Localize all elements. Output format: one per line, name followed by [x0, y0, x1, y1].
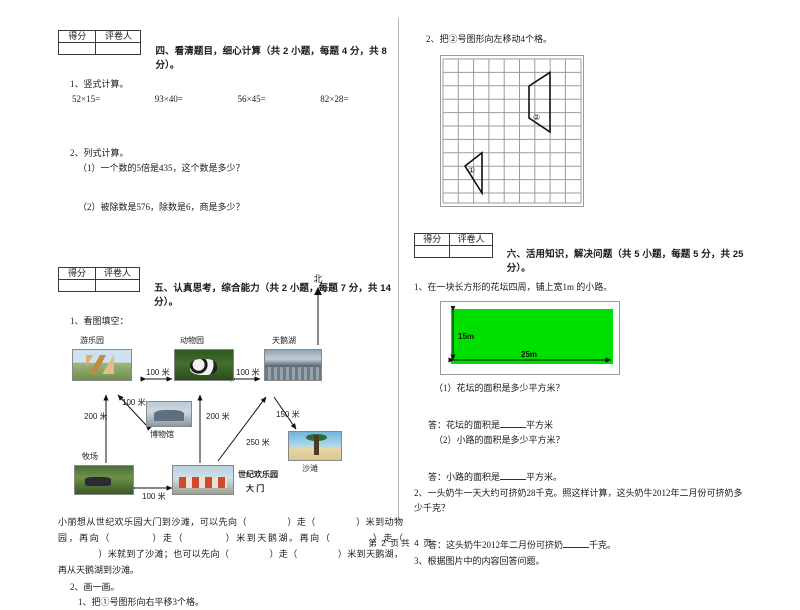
- map-label-gate-line1: 世纪欢乐园: [238, 470, 278, 479]
- grader-value-cell[interactable]: [449, 245, 493, 258]
- q1b-answer-prefix: 答：小路的面积是: [428, 472, 501, 482]
- section-four-q2-item-2: （2）被除数是576，除数是6，商是多少？: [78, 202, 245, 212]
- map-distance-5: 200 米: [84, 412, 108, 421]
- grader-value-cell[interactable]: [95, 42, 142, 55]
- calc-problem-3: 56×45=: [237, 94, 266, 104]
- score-label: 得分: [57, 30, 97, 43]
- footer-middle: 页 共: [390, 538, 410, 548]
- swan-lake-photo: [264, 349, 322, 381]
- score-table-six: 得分 评卷人: [413, 233, 493, 258]
- q1a-answer-prefix: 答：花坛的面积是: [428, 420, 501, 430]
- footer-total-pages: 4: [414, 538, 419, 548]
- section-four-heading: 四、看清题目，细心计算（共 2 小题，每题 4 分，共 8 分）。: [155, 46, 387, 71]
- fill-text-7: ）米就到了沙滩；也可以先向（: [98, 549, 230, 559]
- left-column: 得分 评卷人 四、看清题目，细心计算（共 2 小题，每题 4 分，共 8 分）。…: [57, 0, 403, 607]
- museum-photo: [146, 401, 192, 427]
- section-six-q1a-answer: 答：花坛的面积是 平方米: [428, 418, 745, 433]
- flower-bed-height-label: 15m: [458, 332, 475, 341]
- section-five-q1-title: 1、看图填空：: [70, 316, 129, 326]
- calc-problem-1: 52×15=: [72, 94, 101, 104]
- section-five-q2-item-1: 1、把①号图形向右平移3个格。: [78, 597, 205, 607]
- map-label-gate-line2: 大 门: [246, 484, 265, 493]
- fill-text-1: 小丽想从世纪欢乐园大门到沙滩，可以先向（: [58, 517, 247, 527]
- beach-photo: [288, 431, 342, 461]
- score-table-five: 得分 评卷人: [58, 267, 141, 292]
- map-label-amusement-park: 游乐园: [80, 336, 104, 345]
- section-six-header: 得分 评卷人 六、活用知识，解决问题（共 5 小题，每题 5 分，共 25 分）…: [413, 233, 745, 274]
- translation-grid-figure: ② ①: [440, 55, 584, 207]
- score-label: 得分: [413, 233, 451, 246]
- section-five-q2-title: 2、画一画。: [70, 582, 120, 592]
- park-map-figure: 游乐园 动物园 天鹅湖 沙滩 牧场 博物馆 世纪欢乐园 大 门 100 米 10…: [60, 333, 390, 508]
- compass-north-label: 北: [313, 274, 323, 284]
- exam-page: 得分 评卷人 四、看清题目，细心计算（共 2 小题，每题 4 分，共 8 分）。…: [0, 0, 800, 607]
- section-four-q2-title: 2、列式计算。: [70, 148, 129, 158]
- flower-bed-figure: 15m 25m: [440, 301, 620, 375]
- section-six-q1-title: 1、在一块长方形的花坛四周，铺上宽1m 的小路。: [414, 282, 613, 292]
- map-label-pasture: 牧场: [82, 452, 98, 461]
- map-label-swan-lake: 天鹅湖: [272, 336, 296, 345]
- footer-prefix: 第: [368, 538, 377, 548]
- zoo-photo: [174, 349, 234, 381]
- grader-label: 评卷人: [94, 267, 141, 280]
- grader-label: 评卷人: [95, 30, 142, 43]
- grader-label: 评卷人: [449, 233, 493, 246]
- section-six-heading: 六、活用知识，解决问题（共 5 小题，每题 5 分，共 25 分）。: [506, 249, 744, 274]
- compass: 北: [308, 272, 328, 352]
- section-six-q1b-answer: 答：小路的面积是 平方米。: [428, 470, 745, 485]
- shape-1-label: ①: [468, 166, 476, 175]
- footer-suffix: 页: [423, 538, 432, 548]
- map-distance-6: 200 米: [206, 412, 230, 421]
- section-four-header: 得分 评卷人 四、看清题目，细心计算（共 2 小题，每题 4 分，共 8 分）。: [57, 30, 403, 71]
- compass-arrow-icon: [314, 287, 322, 345]
- fill-text-2: ）走（: [286, 517, 316, 527]
- map-distance-8: 100 米: [142, 492, 166, 501]
- score-value-cell[interactable]: [57, 42, 97, 55]
- shape-2-label: ②: [533, 113, 541, 122]
- map-distance-4: 150 米: [276, 410, 300, 419]
- calc-problem-2: 93×40=: [154, 94, 183, 104]
- grid-svg: [442, 58, 582, 204]
- section-six-q2: 2、一头奶牛一天大约可挤奶28千克。照这样计算，这头奶牛2012年二月份可挤奶多…: [414, 488, 743, 513]
- vertical-calc-problems: 52×15= 93×40= 56×45= 82×28=: [72, 94, 403, 104]
- pasture-photo: [74, 465, 134, 495]
- q1b-answer-blank[interactable]: [500, 479, 527, 480]
- flower-bed-inner: 15m 25m: [445, 306, 615, 370]
- calc-problem-4: 82×28=: [320, 94, 349, 104]
- map-label-museum: 博物馆: [150, 430, 174, 439]
- map-label-beach: 沙滩: [302, 464, 318, 473]
- map-distance-1: 100 米: [146, 368, 170, 377]
- map-label-zoo: 动物园: [180, 336, 204, 345]
- section-five-heading: 五、认真思考，综合能力（共 2 小题，每题 7 分，共 14 分）。: [154, 283, 392, 308]
- section-six-q1b: （2）小路的面积是多少平方米？: [434, 435, 565, 445]
- score-table-four: 得分 评卷人: [57, 30, 142, 55]
- map-distance-7: 250 米: [246, 438, 270, 447]
- map-distance-3: 100 米: [122, 398, 146, 407]
- flower-bed-width-label: 25m: [521, 350, 538, 359]
- right-column: 2、把②号图形向左移动4个格。 ② ① 得分 评卷人 六、活用知识，解决问题（共…: [400, 0, 745, 566]
- section-six-q1a: （1）花坛的面积是多少平方米？: [434, 383, 565, 393]
- score-value-cell[interactable]: [58, 279, 96, 292]
- fill-text-8: ）走（: [269, 549, 298, 559]
- page-footer: 第 2 页 共 4 页: [0, 537, 800, 549]
- section-five-header: 得分 评卷人 五、认真思考，综合能力（共 2 小题，每题 7 分，共 14 分）…: [58, 267, 403, 308]
- q1b-answer-suffix: 平方米。: [526, 472, 563, 482]
- map-distance-2: 100 米: [236, 368, 260, 377]
- q1a-answer-suffix: 平方米: [526, 420, 554, 430]
- score-label: 得分: [58, 267, 96, 280]
- section-four-q1-title: 1、竖式计算。: [70, 79, 129, 89]
- q1a-answer-blank[interactable]: [500, 427, 527, 428]
- section-six-q3: 3、根据图片中的内容回答问题。: [414, 556, 545, 566]
- gate-photo: [172, 465, 234, 495]
- amusement-park-photo: [72, 349, 132, 381]
- section-five-q2-item-2: 2、把②号图形向左移动4个格。: [426, 34, 553, 44]
- grader-value-cell[interactable]: [94, 279, 141, 292]
- score-value-cell[interactable]: [413, 245, 451, 258]
- footer-page-number: 2: [381, 538, 386, 548]
- section-four-q2-item-1: （1）一个数的5倍是435，这个数是多少？: [78, 163, 245, 173]
